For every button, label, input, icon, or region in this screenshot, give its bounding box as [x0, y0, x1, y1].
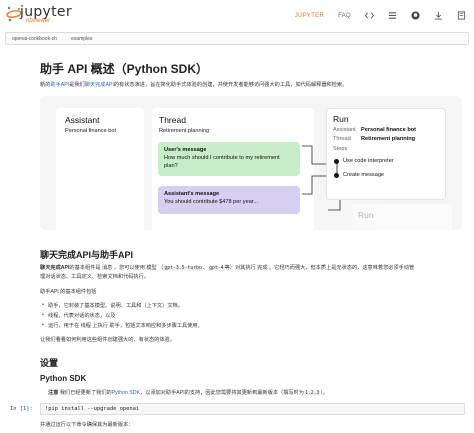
- step-2-dot: [334, 173, 339, 178]
- intro-text: 是我们: [69, 82, 85, 88]
- breadcrumb-item-repo[interactable]: openai-cookbook-zh: [12, 36, 57, 42]
- menu-icon[interactable]: [388, 11, 397, 20]
- para-text: ）。: [320, 390, 329, 396]
- section1-paragraph-1-line2: 理对话状态、工具定义、检索文档和代码执行。: [40, 274, 149, 280]
- para-text: 我们已经更新了我们的: [58, 390, 112, 396]
- nav-faq-link[interactable]: FAQ: [338, 13, 351, 19]
- run-thread-value: Retirement planning: [361, 136, 416, 142]
- para-text: ，以添加对助手API的支持，因此您需要将其更新到最新版本（撰写时为: [139, 390, 304, 396]
- step-1-label: Use code interpreter: [343, 158, 394, 164]
- top-nav: JUPYTER FAQ: [295, 11, 466, 20]
- model-code-gpt4: gpt-4: [208, 266, 225, 271]
- version-code: 1.2.3: [303, 391, 321, 396]
- page-title-wrap: 助手 API 概述（Python SDK）: [40, 60, 460, 77]
- chat-completions-bold: 聊天完成API: [40, 265, 70, 271]
- run-card-secondary-title: Run: [358, 210, 374, 220]
- run-thread-key: Thread: [333, 136, 351, 142]
- note-bold: 注意: [48, 390, 59, 396]
- subheading-python-sdk: Python SDK: [40, 374, 87, 383]
- code-cell-input[interactable]: !pip install --upgrade openai: [40, 403, 465, 415]
- jupyter-logo[interactable]: jupyter nbviewer: [6, 4, 74, 26]
- intro-text: 的有状态演进，旨在简化助手式体验的创建，并使开发者能够访问强大的工具，如代码解释…: [113, 82, 348, 88]
- chat-completions-link[interactable]: 聊天完成API: [85, 82, 114, 88]
- run-card-secondary: Run: [352, 204, 452, 230]
- section1-paragraph-2: 助手API 的基本组件包括: [40, 289, 97, 295]
- code-icon[interactable]: [365, 11, 374, 20]
- para-text: 等）对其执行 完成 。它轻巧而强大，但本质上是无状态的，这意味着您必须手动管: [224, 265, 415, 271]
- page-title: 助手 API 概述（Python SDK）: [40, 62, 209, 76]
- cell-input-prompt: In [1]:: [10, 406, 33, 412]
- section1-paragraph-3: 让我们看看如何利用这些组件创建强大的、有状态的体验。: [40, 337, 175, 343]
- step-2-label: Create message: [343, 172, 385, 178]
- run-steps-label: Steps: [333, 146, 348, 152]
- assistants-diagram: Assistant Personal finance bot Thread Re…: [40, 96, 462, 230]
- logo-subtitle: nbviewer: [26, 18, 51, 24]
- nav-jupyter-link[interactable]: JUPYTER: [295, 13, 324, 19]
- run-thread-row: Thread Retirement planning: [333, 136, 415, 142]
- bullet-item-assistant: 助手，它封装了基本模型、说明、工具和（上下文）文档。: [42, 302, 183, 309]
- model-code-gpt35: gpt-3.5-turbo: [163, 266, 203, 271]
- bullet-item-thread: 线程，代表对话的状态，以及: [42, 312, 115, 319]
- run-assistant-row: Assistant Personal finance bot: [333, 127, 416, 133]
- assistants-api-link[interactable]: 助手API: [50, 82, 69, 88]
- section-heading-chat-vs-assistants: 聊天完成API与助手API: [40, 250, 134, 260]
- download-icon[interactable]: [434, 11, 443, 20]
- github-icon[interactable]: [411, 11, 420, 20]
- python-sdk-link[interactable]: Python SDK: [112, 390, 140, 396]
- run-assistant-key: Assistant: [333, 127, 356, 133]
- section-heading-setup: 设置: [40, 358, 59, 368]
- book-icon[interactable]: [457, 11, 466, 20]
- step-1-dot: [334, 159, 339, 164]
- intro-paragraph: 新的助手API是我们聊天完成API的有状态演进，旨在简化助手式体验的创建，并使开…: [40, 81, 347, 88]
- setup-note: 注意 我们已经更新了我们的Python SDK，以添加对助手API的支持，因此您…: [48, 389, 328, 398]
- breadcrumb: openai-cookbook-zh examples: [5, 32, 469, 45]
- header: jupyter nbviewer JUPYTER FAQ: [0, 0, 474, 32]
- run-card-title: Run: [333, 114, 349, 124]
- section1-paragraph-1: 聊天完成API的基本组件是 消息 ，您可以使用 模型 （gpt-3.5-turb…: [40, 264, 414, 273]
- intro-text: 新的: [40, 82, 51, 88]
- breadcrumb-item-folder[interactable]: examples: [71, 36, 92, 42]
- run-assistant-value: Personal finance bot: [361, 127, 417, 133]
- para-text: 的基本组件是 消息 ，您可以使用 模型 （: [69, 265, 164, 271]
- run-card: Run Assistant Personal finance bot Thread…: [326, 108, 446, 200]
- bullet-item-run: 运行，用于在 线程 上执行 助手，包括文本响应和多步骤工具使用。: [42, 322, 203, 329]
- after-cell-paragraph: 并通过运行以下命令确保其为最新版本：: [40, 422, 134, 428]
